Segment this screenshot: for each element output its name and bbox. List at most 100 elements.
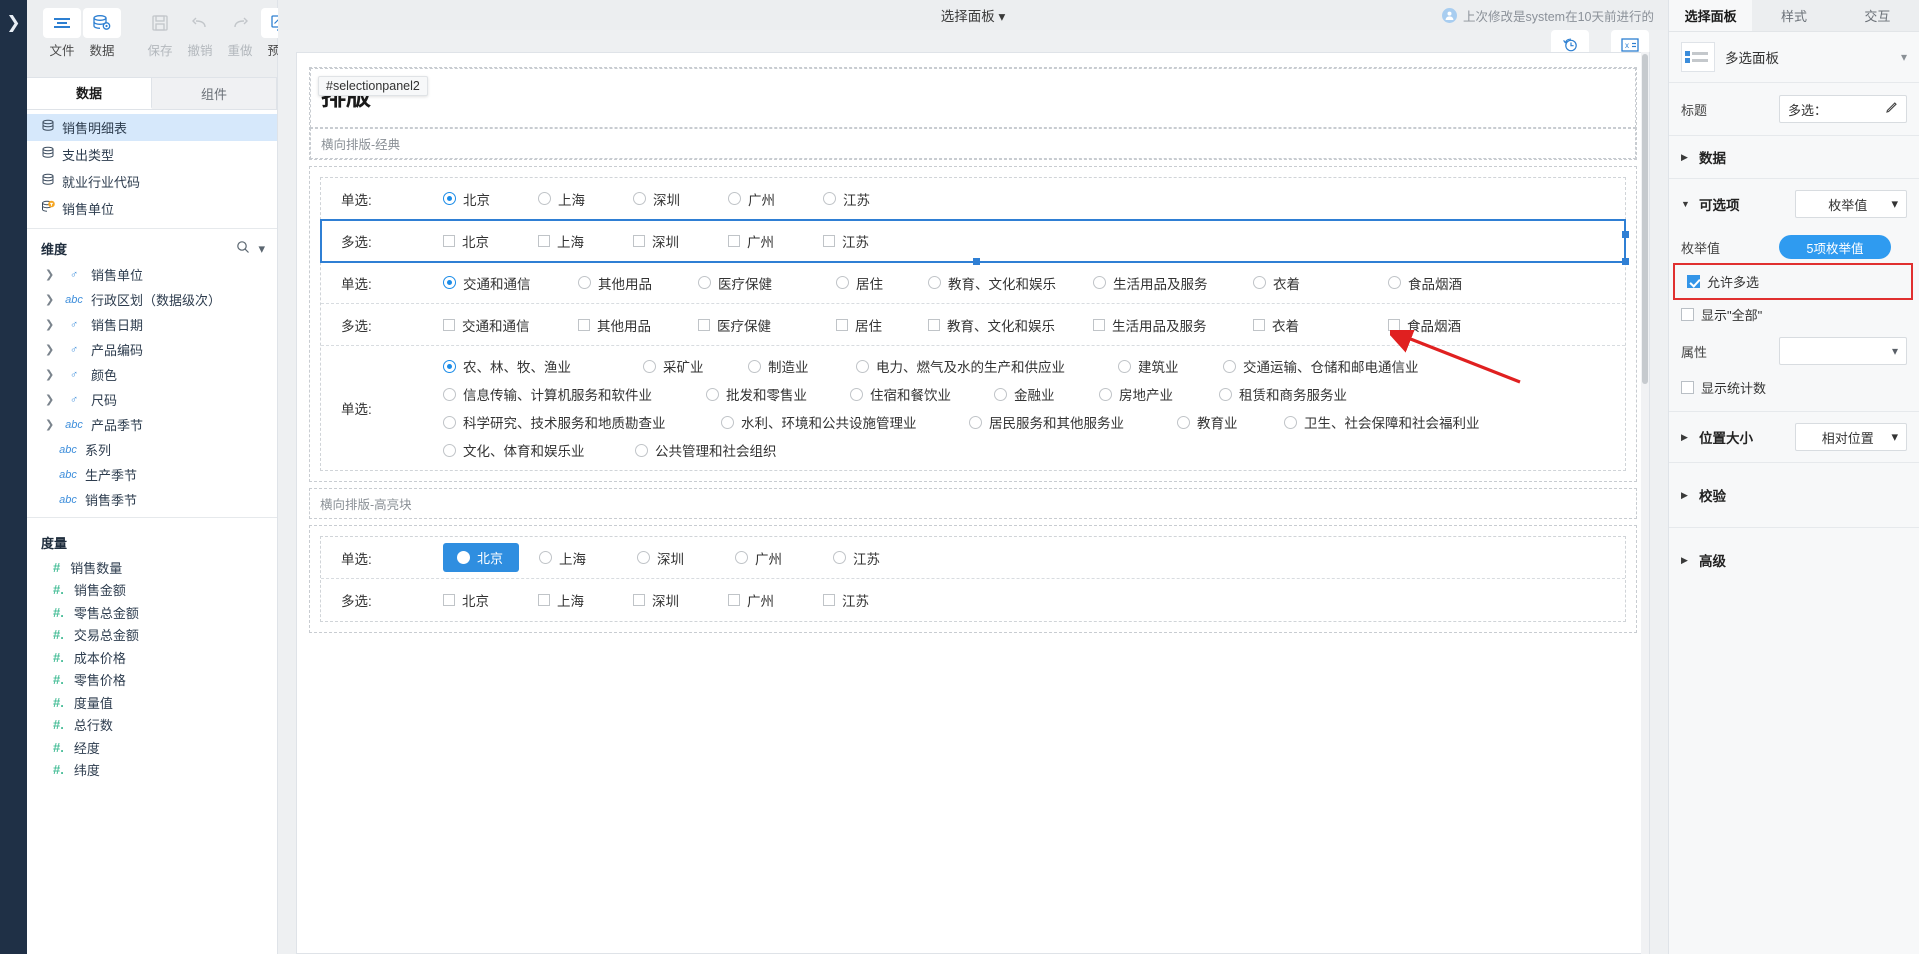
option-item[interactable]: 北京	[443, 231, 538, 251]
measure-row-8[interactable]: #.经度	[27, 736, 277, 759]
panel-selector[interactable]: 选择面板 ▾	[941, 5, 1006, 25]
option-item[interactable]: 公共管理和社会组织	[635, 440, 815, 460]
option-item[interactable]: 房地产业	[1099, 384, 1219, 404]
expand-arrow-icon[interactable]: ❯	[45, 343, 57, 356]
checkbox-icon[interactable]	[1687, 275, 1700, 288]
tab-interaction[interactable]: 交互	[1836, 0, 1919, 31]
chevron-down-icon[interactable]: ▾	[258, 241, 265, 257]
dashboard-canvas[interactable]: 排版 横向排版-经典 单选: 北京 上海 深圳 广州	[296, 52, 1650, 954]
radio-icon[interactable]	[443, 360, 456, 373]
option-item[interactable]: 居住	[836, 315, 928, 335]
option-item[interactable]: 农、林、牧、渔业	[443, 356, 643, 376]
radio-icon[interactable]	[538, 192, 551, 205]
option-item[interactable]: 江苏	[823, 189, 918, 209]
measure-row-5[interactable]: #.零售价格	[27, 669, 277, 692]
checkbox-icon[interactable]	[728, 235, 740, 247]
dimension-row-5[interactable]: ❯♂尺码	[27, 387, 277, 412]
options-section-header[interactable]: ▼ 可选项 枚举值 ▾	[1669, 178, 1919, 229]
option-item[interactable]: 建筑业	[1118, 356, 1223, 376]
radio-icon[interactable]	[969, 416, 982, 429]
expand-arrow-icon[interactable]: ❯	[45, 318, 57, 331]
option-item[interactable]: 广州	[728, 189, 823, 209]
option-item[interactable]: 金融业	[994, 384, 1099, 404]
checkbox-icon[interactable]	[836, 319, 848, 331]
radio-icon[interactable]	[539, 551, 552, 564]
option-item[interactable]: 文化、体育和娱乐业	[443, 440, 635, 460]
option-item[interactable]: 信息传输、计算机服务和软件业	[443, 384, 706, 404]
dimension-row-2[interactable]: ❯♂销售日期	[27, 312, 277, 337]
option-item[interactable]: 其他用品	[578, 315, 698, 335]
radio-icon[interactable]	[635, 444, 648, 457]
option-item[interactable]: 教育、文化和娱乐	[928, 273, 1093, 293]
expand-arrow-icon[interactable]: ❯	[45, 368, 57, 381]
widget-type-row[interactable]: 多选面板 ▾	[1669, 32, 1919, 83]
checkbox-icon[interactable]	[1253, 319, 1265, 331]
option-item[interactable]: 江苏	[823, 590, 918, 610]
radio-icon[interactable]	[1118, 360, 1131, 373]
option-item[interactable]: 医疗保健	[698, 315, 836, 335]
option-item[interactable]: 生活用品及服务	[1093, 273, 1253, 293]
tab-data[interactable]: 数据	[27, 78, 152, 109]
option-item[interactable]: 深圳	[633, 231, 728, 251]
checkbox-icon[interactable]	[443, 594, 455, 606]
radio-icon[interactable]	[1099, 388, 1112, 401]
expand-arrow-icon[interactable]: ❯	[45, 393, 57, 406]
radio-icon[interactable]	[1253, 276, 1266, 289]
radio-icon[interactable]	[1177, 416, 1190, 429]
checkbox-icon[interactable]	[728, 594, 740, 606]
panel-row-multi-consumption[interactable]: 多选: 交通和通信 其他用品 医疗保健 居住 教育、文化和娱乐 生活用品及服务 …	[321, 304, 1625, 346]
option-item[interactable]: 食品烟酒	[1388, 315, 1508, 335]
radio-icon[interactable]	[1223, 360, 1236, 373]
data-section-header[interactable]: ▶ 数据	[1669, 135, 1919, 178]
panel-row-multi-city[interactable]: 多选: 北京 上海 深圳 广州 江苏	[321, 220, 1625, 262]
enum-values-button[interactable]: 5项枚举值	[1779, 235, 1891, 259]
option-item[interactable]: 江苏	[833, 548, 931, 568]
radio-icon[interactable]	[1219, 388, 1232, 401]
option-item[interactable]: 居民服务和其他服务业	[969, 412, 1177, 432]
option-item[interactable]: 交通和通信	[443, 315, 578, 335]
radio-icon[interactable]	[1388, 276, 1401, 289]
radio-icon[interactable]	[578, 276, 591, 289]
checkbox-icon[interactable]	[1093, 319, 1105, 331]
radio-icon[interactable]	[1284, 416, 1297, 429]
option-item[interactable]: 生活用品及服务	[1093, 315, 1253, 335]
option-item[interactable]: 江苏	[823, 231, 918, 251]
toolbar-button-undo[interactable]: 撤销	[181, 8, 219, 59]
radio-icon[interactable]	[721, 416, 734, 429]
option-item[interactable]: 广州	[735, 548, 833, 568]
option-item[interactable]: 教育、文化和娱乐	[928, 315, 1093, 335]
panel-row-single-industry[interactable]: 单选: 农、林、牧、渔业 采矿业 制造业 电力、燃气及水的生产和供应业 建筑业 …	[321, 346, 1625, 470]
search-icon[interactable]	[236, 240, 250, 257]
option-item[interactable]: 衣着	[1253, 273, 1388, 293]
expand-rail-icon[interactable]: ❯	[6, 14, 20, 31]
radio-icon[interactable]	[836, 276, 849, 289]
option-item[interactable]: 居住	[836, 273, 928, 293]
option-item[interactable]: 食品烟酒	[1388, 273, 1508, 293]
option-item[interactable]: 教育业	[1177, 412, 1284, 432]
checkbox-icon[interactable]	[823, 235, 835, 247]
option-item[interactable]: 批发和零售业	[706, 384, 850, 404]
checkbox-icon[interactable]	[823, 594, 835, 606]
option-item[interactable]: 上海	[539, 548, 637, 568]
validate-section-header[interactable]: ▶ 校验	[1669, 462, 1919, 527]
show-count-checkbox-row[interactable]: 显示统计数	[1669, 371, 1919, 411]
checkbox-icon[interactable]	[538, 235, 550, 247]
measure-row-3[interactable]: #.交易总金额	[27, 624, 277, 647]
radio-icon[interactable]	[1093, 276, 1106, 289]
panel-row-highlight-multi[interactable]: 多选: 北京 上海 深圳 广州 江苏	[321, 579, 1625, 621]
expand-arrow-icon[interactable]: ❯	[45, 293, 57, 306]
checkbox-icon[interactable]	[443, 319, 455, 331]
radio-icon[interactable]	[643, 360, 656, 373]
dimension-row-3[interactable]: ❯♂产品编码	[27, 337, 277, 362]
option-item[interactable]: 电力、燃气及水的生产和供应业	[856, 356, 1118, 376]
dataset-item-1[interactable]: 支出类型	[27, 141, 277, 168]
expand-arrow-icon[interactable]: ❯	[45, 268, 57, 281]
radio-icon[interactable]	[856, 360, 869, 373]
title-block[interactable]: 排版 横向排版-经典	[309, 67, 1637, 160]
checkbox-icon[interactable]	[633, 235, 645, 247]
tab-style[interactable]: 样式	[1752, 0, 1835, 31]
radio-icon[interactable]	[443, 192, 456, 205]
radio-icon[interactable]	[706, 388, 719, 401]
option-item[interactable]: 北京	[443, 189, 538, 209]
option-item[interactable]: 广州	[728, 231, 823, 251]
